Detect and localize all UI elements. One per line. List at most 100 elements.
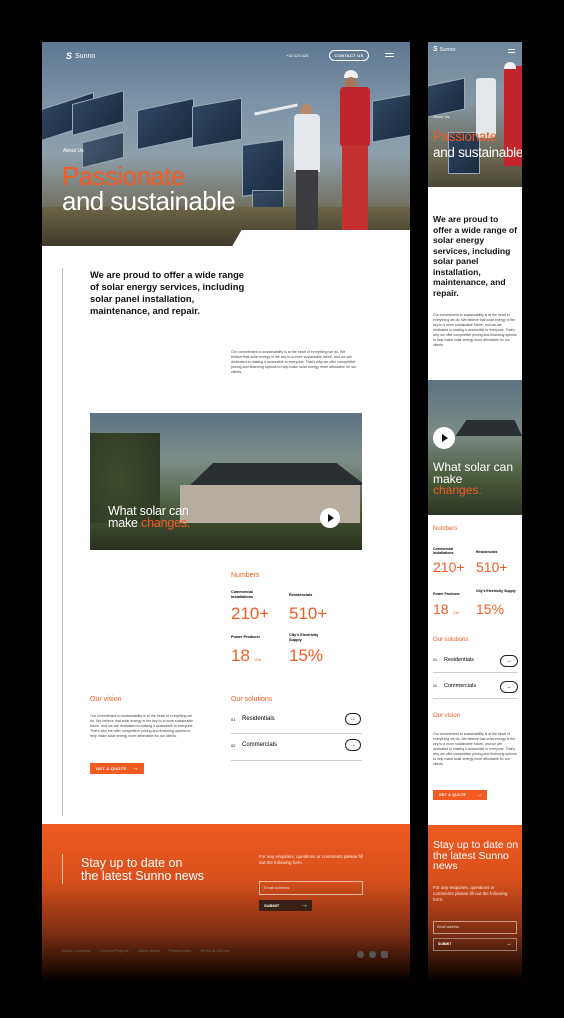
arrow-right-icon[interactable]: → [500, 655, 518, 667]
stat-value-group: 18 GW [231, 646, 261, 666]
stat-label: Commercial Installations [433, 547, 454, 556]
stat-value: 18 [433, 601, 449, 617]
hero-eyebrow: About Us [63, 148, 84, 154]
hero-title-line2: and sustainable [62, 186, 236, 216]
hero-cutout [230, 230, 410, 246]
submit-label: SUBMIT [438, 942, 452, 946]
email-input[interactable]: Email address [259, 881, 363, 895]
menu-icon[interactable] [508, 47, 515, 55]
hero-eyebrow: About Us [433, 114, 450, 119]
email-input[interactable]: Email address [433, 921, 517, 934]
footer: Stay up to date on the latest Sunno news… [428, 825, 522, 982]
numbers-heading: Numbers [433, 526, 458, 532]
worker-trousers [342, 145, 368, 235]
video-block[interactable]: What solar can make changes. [428, 380, 522, 515]
arrow-right-icon: → [301, 902, 308, 909]
footer-link[interactable]: Latest News [138, 948, 160, 953]
stat-label: Residencials [289, 593, 313, 597]
contact-us-button[interactable]: CONTACT US [329, 50, 369, 61]
newsletter-title-line2: the latest Sunno news [81, 869, 204, 883]
stat-label: Commercial Installations [231, 590, 254, 599]
video-block[interactable]: What solar can make changes. [90, 413, 362, 550]
newsletter-note: For any enquiries, questions or comments… [259, 854, 363, 865]
solar-panel [372, 93, 410, 143]
solution-number: 01 [231, 717, 236, 722]
house-roof [455, 420, 522, 436]
play-button[interactable] [320, 508, 340, 528]
hero-title-line2: and sustainable [433, 145, 522, 160]
solution-label: Commercials [444, 683, 477, 689]
worker-jacket [340, 87, 370, 147]
video-caption-highlight: changes. [433, 483, 482, 497]
solar-panel [137, 97, 194, 151]
logo-icon: S [433, 46, 438, 53]
solutions-heading: Our solutions [231, 696, 273, 703]
solution-row[interactable]: 01 Residentials → [433, 650, 518, 673]
solar-panel [192, 97, 242, 149]
play-button[interactable] [433, 427, 455, 449]
solution-number: 02 [231, 743, 236, 748]
stat-label: City's Electricity Supply [476, 589, 516, 593]
vision-heading: Our vision [433, 713, 461, 719]
facebook-icon[interactable] [357, 951, 364, 958]
get-a-quote-button[interactable]: GET A QUOTE → [90, 763, 144, 774]
get-a-quote-button[interactable]: GET A QUOTE → [433, 790, 487, 800]
hero: S Sunno +32 423 423 CONTACT US About Us … [42, 42, 410, 246]
menu-icon[interactable] [385, 51, 394, 59]
stat-value: 510+ [289, 604, 328, 623]
vertical-divider [62, 268, 63, 816]
footer-link[interactable]: Terms of Service [200, 948, 230, 953]
footer-links: About Company Current Projects Latest Ne… [62, 948, 230, 953]
stat-value: 210+ [231, 604, 270, 623]
brand-name: Sunno [439, 46, 456, 53]
mobile-hero: S Sunno About Us Passionate and sustaina… [428, 42, 522, 187]
stat-value: 210+ [433, 559, 465, 575]
get-a-quote-label: GET A QUOTE [96, 766, 127, 771]
play-icon [442, 434, 448, 442]
arrow-right-icon[interactable]: → [345, 713, 361, 725]
brand-name: Sunno [75, 52, 96, 60]
email-placeholder: Email address [264, 885, 290, 890]
footer-link[interactable]: About Company [62, 948, 91, 953]
solution-number: 02 [433, 684, 437, 688]
logo[interactable]: S Sunno [66, 50, 95, 62]
logo[interactable]: S Sunno [433, 46, 456, 53]
vision-heading: Our vision [90, 696, 122, 703]
solution-label: Residentials [444, 657, 474, 663]
solution-row[interactable]: 02 Commercials → [433, 676, 518, 699]
mobile-page: S Sunno About Us Passionate and sustaina… [428, 42, 522, 982]
person-shirt [294, 114, 320, 172]
arrow-right-icon[interactable]: → [500, 681, 518, 693]
twitter-icon[interactable] [369, 951, 376, 958]
stat-value: 15% [289, 646, 324, 665]
person-trousers [296, 170, 318, 234]
stat-unit: GW [254, 657, 262, 662]
stat-label: Power Producer [433, 592, 460, 596]
stat-label: Power Producer [231, 635, 261, 639]
phone-number[interactable]: +32 423 423 [286, 53, 308, 58]
solution-label: Residentials [242, 716, 275, 722]
arrow-right-icon[interactable]: → [345, 739, 361, 751]
instagram-icon[interactable] [381, 951, 388, 958]
submit-button[interactable]: SUBMIT → [259, 900, 312, 911]
newsletter-title-line2: the latest Sunno news [433, 849, 509, 872]
submit-button[interactable]: SUBMIT → [433, 938, 517, 951]
hero-title: Passionate and sustainable [433, 129, 522, 161]
newsletter-note: For any enquiries, questions or comments… [433, 885, 508, 902]
video-caption: What solar can make changes. [433, 461, 522, 497]
intro-lead: We are proud to offer a wide range of so… [433, 214, 518, 298]
numbers-heading: Numbers [231, 572, 260, 579]
solution-label: Commercials [242, 742, 278, 748]
stat-label: Residencials [476, 550, 498, 554]
social-icons [357, 951, 388, 958]
solution-row[interactable]: 01 Residentials → [231, 709, 362, 734]
solution-row[interactable]: 02 Commercials → [231, 736, 362, 761]
stat-label: City's Electricity Supply [289, 633, 319, 642]
stat-value: 510+ [476, 559, 508, 575]
footer-link[interactable]: Current Projects [100, 948, 129, 953]
footer-rule [62, 854, 63, 884]
footer-link[interactable]: Partnerships [169, 948, 191, 953]
footer: Stay up to date on the latest Sunno news… [42, 824, 410, 982]
vision-body: Our commitment to sustainability is at t… [90, 714, 194, 738]
video-caption: What solar can make changes. [108, 505, 190, 530]
